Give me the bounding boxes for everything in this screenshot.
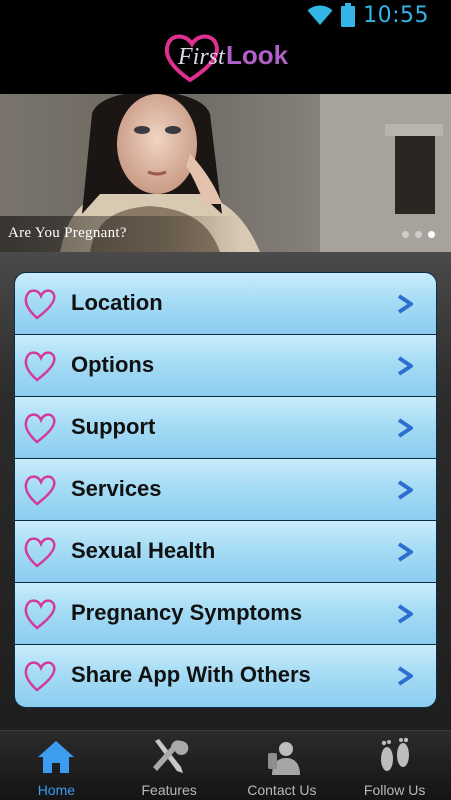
tab-label: Features <box>141 782 197 798</box>
menu-item-location[interactable]: Location <box>15 273 436 335</box>
status-bar: 10:55 <box>0 0 451 28</box>
status-time: 10:55 <box>363 2 429 28</box>
menu-item-label: Share App With Others <box>71 662 311 687</box>
battery-icon <box>341 3 356 27</box>
contact-icon <box>267 742 300 775</box>
chevron-right-icon <box>397 666 413 686</box>
tab-home[interactable]: Home <box>0 731 113 800</box>
bottom-tab-bar: Home Features Contact Us Follow Us <box>0 730 451 800</box>
menu-item-label: Sexual Health <box>71 538 216 563</box>
menu-item-label: Pregnancy Symptoms <box>71 600 303 625</box>
slide-dot-active[interactable] <box>428 231 435 238</box>
slide-indicator <box>402 231 435 238</box>
logo-text-look: Look <box>226 40 289 70</box>
tab-features[interactable]: Features <box>113 731 226 800</box>
menu-item-share-app[interactable]: Share App With Others <box>15 645 436 707</box>
banner-slideshow[interactable]: Are You Pregnant? <box>0 94 451 252</box>
tab-label: Home <box>37 782 76 798</box>
chevron-right-icon <box>397 542 413 562</box>
menu-item-services[interactable]: Services <box>15 459 436 521</box>
menu-item-options[interactable]: Options <box>15 335 436 397</box>
chevron-right-icon <box>397 418 413 438</box>
chevron-right-icon <box>397 356 413 376</box>
app-header: First Look <box>0 28 451 92</box>
banner-caption: Are You Pregnant? <box>8 225 127 241</box>
chevron-right-icon <box>397 604 413 624</box>
heart-icon <box>24 289 56 320</box>
footprints-icon <box>380 737 409 771</box>
menu-item-sexual-health[interactable]: Sexual Health <box>15 521 436 583</box>
chevron-right-icon <box>397 294 413 314</box>
heart-icon <box>24 537 56 568</box>
chevron-right-icon <box>397 480 413 500</box>
heart-icon <box>24 475 56 506</box>
logo-text-first: First <box>178 44 225 70</box>
home-icon <box>38 741 75 773</box>
tab-follow-us[interactable]: Follow Us <box>338 731 451 800</box>
menu-item-support[interactable]: Support <box>15 397 436 459</box>
menu-item-label: Options <box>71 352 155 377</box>
heart-icon <box>24 661 56 692</box>
main-content: Location Options Support Services Sexual… <box>0 252 451 730</box>
menu-item-label: Services <box>71 476 162 501</box>
tab-label: Contact Us <box>247 782 317 798</box>
menu-item-label: Support <box>71 414 156 439</box>
slide-dot[interactable] <box>415 231 422 238</box>
heart-icon <box>24 413 56 444</box>
tools-icon <box>153 739 189 773</box>
menu-item-pregnancy-symptoms[interactable]: Pregnancy Symptoms <box>15 583 436 645</box>
tab-label: Follow Us <box>363 782 426 798</box>
slide-dot[interactable] <box>402 231 409 238</box>
tab-contact-us[interactable]: Contact Us <box>226 731 339 800</box>
wifi-icon <box>307 5 333 26</box>
heart-icon <box>24 599 56 630</box>
main-menu: Location Options Support Services Sexual… <box>14 272 437 708</box>
heart-icon <box>24 351 56 382</box>
menu-item-label: Location <box>71 290 163 315</box>
status-icons: 10:55 <box>307 2 429 28</box>
